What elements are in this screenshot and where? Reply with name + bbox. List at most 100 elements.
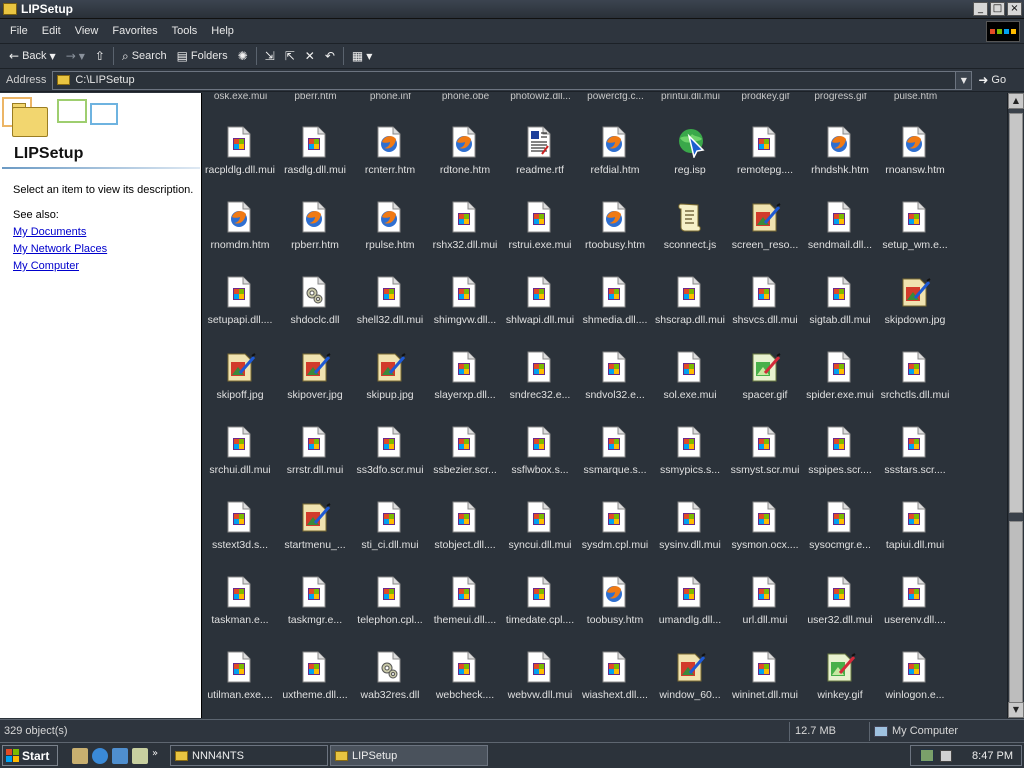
file-item[interactable]: spider.exe.mui [802, 351, 878, 421]
file-item[interactable]: wab32res.dll [352, 651, 428, 718]
file-item[interactable]: refdial.htm [577, 126, 653, 196]
file-item[interactable]: shimgvw.dll... [427, 276, 503, 346]
task-lipsetup[interactable]: LIPSetup [330, 745, 488, 766]
folders-button[interactable]: ▤ Folders [172, 46, 233, 67]
partial-file-label[interactable]: phone.obe [428, 93, 503, 102]
file-item[interactable]: slayerxp.dll... [427, 351, 503, 421]
file-item[interactable]: sndrec32.e... [502, 351, 578, 421]
media-player-icon[interactable] [112, 747, 128, 764]
start-button[interactable]: Start [2, 745, 58, 766]
go-button[interactable]: ➜ Go [978, 73, 1006, 87]
history-button[interactable]: ✺ [233, 46, 253, 67]
vertical-scrollbar[interactable]: ▲ ▼ [1007, 93, 1024, 718]
scroll-thumb[interactable] [1009, 113, 1023, 513]
file-item[interactable]: sysinv.dll.mui [652, 501, 728, 571]
file-item[interactable]: user32.dll.mui [802, 576, 878, 646]
file-item[interactable]: rtoobusy.htm [577, 201, 653, 271]
back-button[interactable]: ← Back ▼ [4, 46, 61, 67]
file-item[interactable]: spacer.gif [727, 351, 803, 421]
internet-explorer-icon[interactable] [92, 747, 108, 764]
copy-to-button[interactable]: ⇱ [280, 46, 300, 67]
file-item[interactable]: wiashext.dll.... [577, 651, 653, 718]
move-to-button[interactable]: ⇲ [260, 46, 280, 67]
close-button[interactable]: × [1007, 2, 1022, 16]
minimize-button[interactable]: _ [973, 2, 988, 16]
views-button[interactable]: ▦ ▼ [347, 46, 378, 67]
file-item[interactable]: readme.rtf [502, 126, 578, 196]
task-nnn4nts[interactable]: NNN4NTS [170, 745, 328, 766]
scroll-up-arrow-icon[interactable]: ▲ [1008, 93, 1024, 109]
menu-edit[interactable]: Edit [35, 25, 68, 37]
file-item[interactable]: winkey.gif [802, 651, 878, 718]
file-item[interactable]: shsvcs.dll.mui [727, 276, 803, 346]
file-item[interactable]: srchctls.dll.mui [877, 351, 953, 421]
chevron-right-icon[interactable]: » [152, 748, 160, 764]
file-item[interactable]: setup_wm.e... [877, 201, 953, 271]
chevron-down-icon[interactable]: ▼ [50, 52, 56, 61]
link-my-documents[interactable]: My Documents [13, 226, 86, 238]
menu-help[interactable]: Help [204, 25, 241, 37]
file-item[interactable]: themeui.dll.... [427, 576, 503, 646]
file-item[interactable]: webvw.dll.mui [502, 651, 578, 718]
file-item[interactable]: ssstars.scr.... [877, 426, 953, 496]
clock[interactable]: 8:47 PM [972, 750, 1013, 762]
file-item[interactable]: reg.isp [652, 126, 728, 196]
file-item[interactable]: wininet.dll.mui [727, 651, 803, 718]
file-item[interactable]: ssmyst.scr.mui [727, 426, 803, 496]
file-item[interactable]: sysdm.cpl.mui [577, 501, 653, 571]
file-item[interactable]: ssflwbox.s... [502, 426, 578, 496]
file-item[interactable]: stobject.dll.... [427, 501, 503, 571]
menu-file[interactable]: File [3, 25, 35, 37]
partial-file-label[interactable]: osk.exe.mui [203, 93, 278, 102]
chevron-down-icon[interactable]: ▼ [955, 71, 972, 89]
file-item[interactable]: taskmgr.e... [277, 576, 353, 646]
scroll-down-arrow-icon[interactable]: ▼ [1008, 702, 1024, 718]
file-item[interactable]: sendmail.dll... [802, 201, 878, 271]
file-item[interactable]: ss3dfo.scr.mui [352, 426, 428, 496]
file-item[interactable]: sstext3d.s... [203, 501, 278, 571]
file-item[interactable]: ssbezier.scr... [427, 426, 503, 496]
partial-file-label[interactable]: progress.gif [803, 93, 878, 102]
file-item[interactable]: rdtone.htm [427, 126, 503, 196]
file-item[interactable]: sndvol32.e... [577, 351, 653, 421]
file-item[interactable]: userenv.dll.... [877, 576, 953, 646]
file-item[interactable]: rpulse.htm [352, 201, 428, 271]
partial-file-label[interactable]: photowiz.dll... [503, 93, 578, 102]
messenger-icon[interactable] [132, 747, 148, 764]
file-item[interactable]: sysmon.ocx.... [727, 501, 803, 571]
file-item[interactable]: rasdlg.dll.mui [277, 126, 353, 196]
file-item[interactable]: shmedia.dll.... [577, 276, 653, 346]
file-item[interactable]: sigtab.dll.mui [802, 276, 878, 346]
file-item[interactable]: skipover.jpg [277, 351, 353, 421]
link-my-network-places[interactable]: My Network Places [13, 243, 107, 255]
file-item[interactable]: shell32.dll.mui [352, 276, 428, 346]
file-item[interactable]: sti_ci.dll.mui [352, 501, 428, 571]
partial-file-label[interactable]: powercfg.c... [578, 93, 653, 102]
file-item[interactable]: sconnect.js [652, 201, 728, 271]
menu-favorites[interactable]: Favorites [105, 25, 164, 37]
file-item[interactable]: skipup.jpg [352, 351, 428, 421]
up-folder-button[interactable]: ⇧ [90, 46, 110, 67]
partial-file-label[interactable]: pberr.htm [278, 93, 353, 102]
file-list-view[interactable]: osk.exe.mui pberr.htm phone.inf phone.obe ph… [203, 93, 1007, 718]
forward-button[interactable]: → ▼ [61, 46, 90, 67]
file-item[interactable]: utilman.exe.... [203, 651, 278, 718]
file-item[interactable]: telephon.cpl... [352, 576, 428, 646]
file-item[interactable]: url.dll.mui [727, 576, 803, 646]
file-item[interactable]: racpldlg.dll.mui [203, 126, 278, 196]
show-desktop-icon[interactable] [72, 747, 88, 764]
file-item[interactable]: umandlg.dll... [652, 576, 728, 646]
file-item[interactable]: taskman.e... [203, 576, 278, 646]
maximize-button[interactable]: □ [990, 2, 1005, 16]
delete-button[interactable]: ✕ [300, 46, 320, 67]
file-item[interactable]: rshx32.dll.mui [427, 201, 503, 271]
file-item[interactable]: rcnterr.htm [352, 126, 428, 196]
partial-file-label[interactable]: phone.inf [353, 93, 428, 102]
partial-file-label[interactable]: printui.dll.mui [653, 93, 728, 102]
file-item[interactable]: rpberr.htm [277, 201, 353, 271]
file-item[interactable]: timedate.cpl.... [502, 576, 578, 646]
file-item[interactable]: shdoclc.dll [277, 276, 353, 346]
menu-tools[interactable]: Tools [165, 25, 205, 37]
partial-file-label[interactable]: pulse.htm [878, 93, 953, 102]
file-item[interactable]: rstrui.exe.mui [502, 201, 578, 271]
